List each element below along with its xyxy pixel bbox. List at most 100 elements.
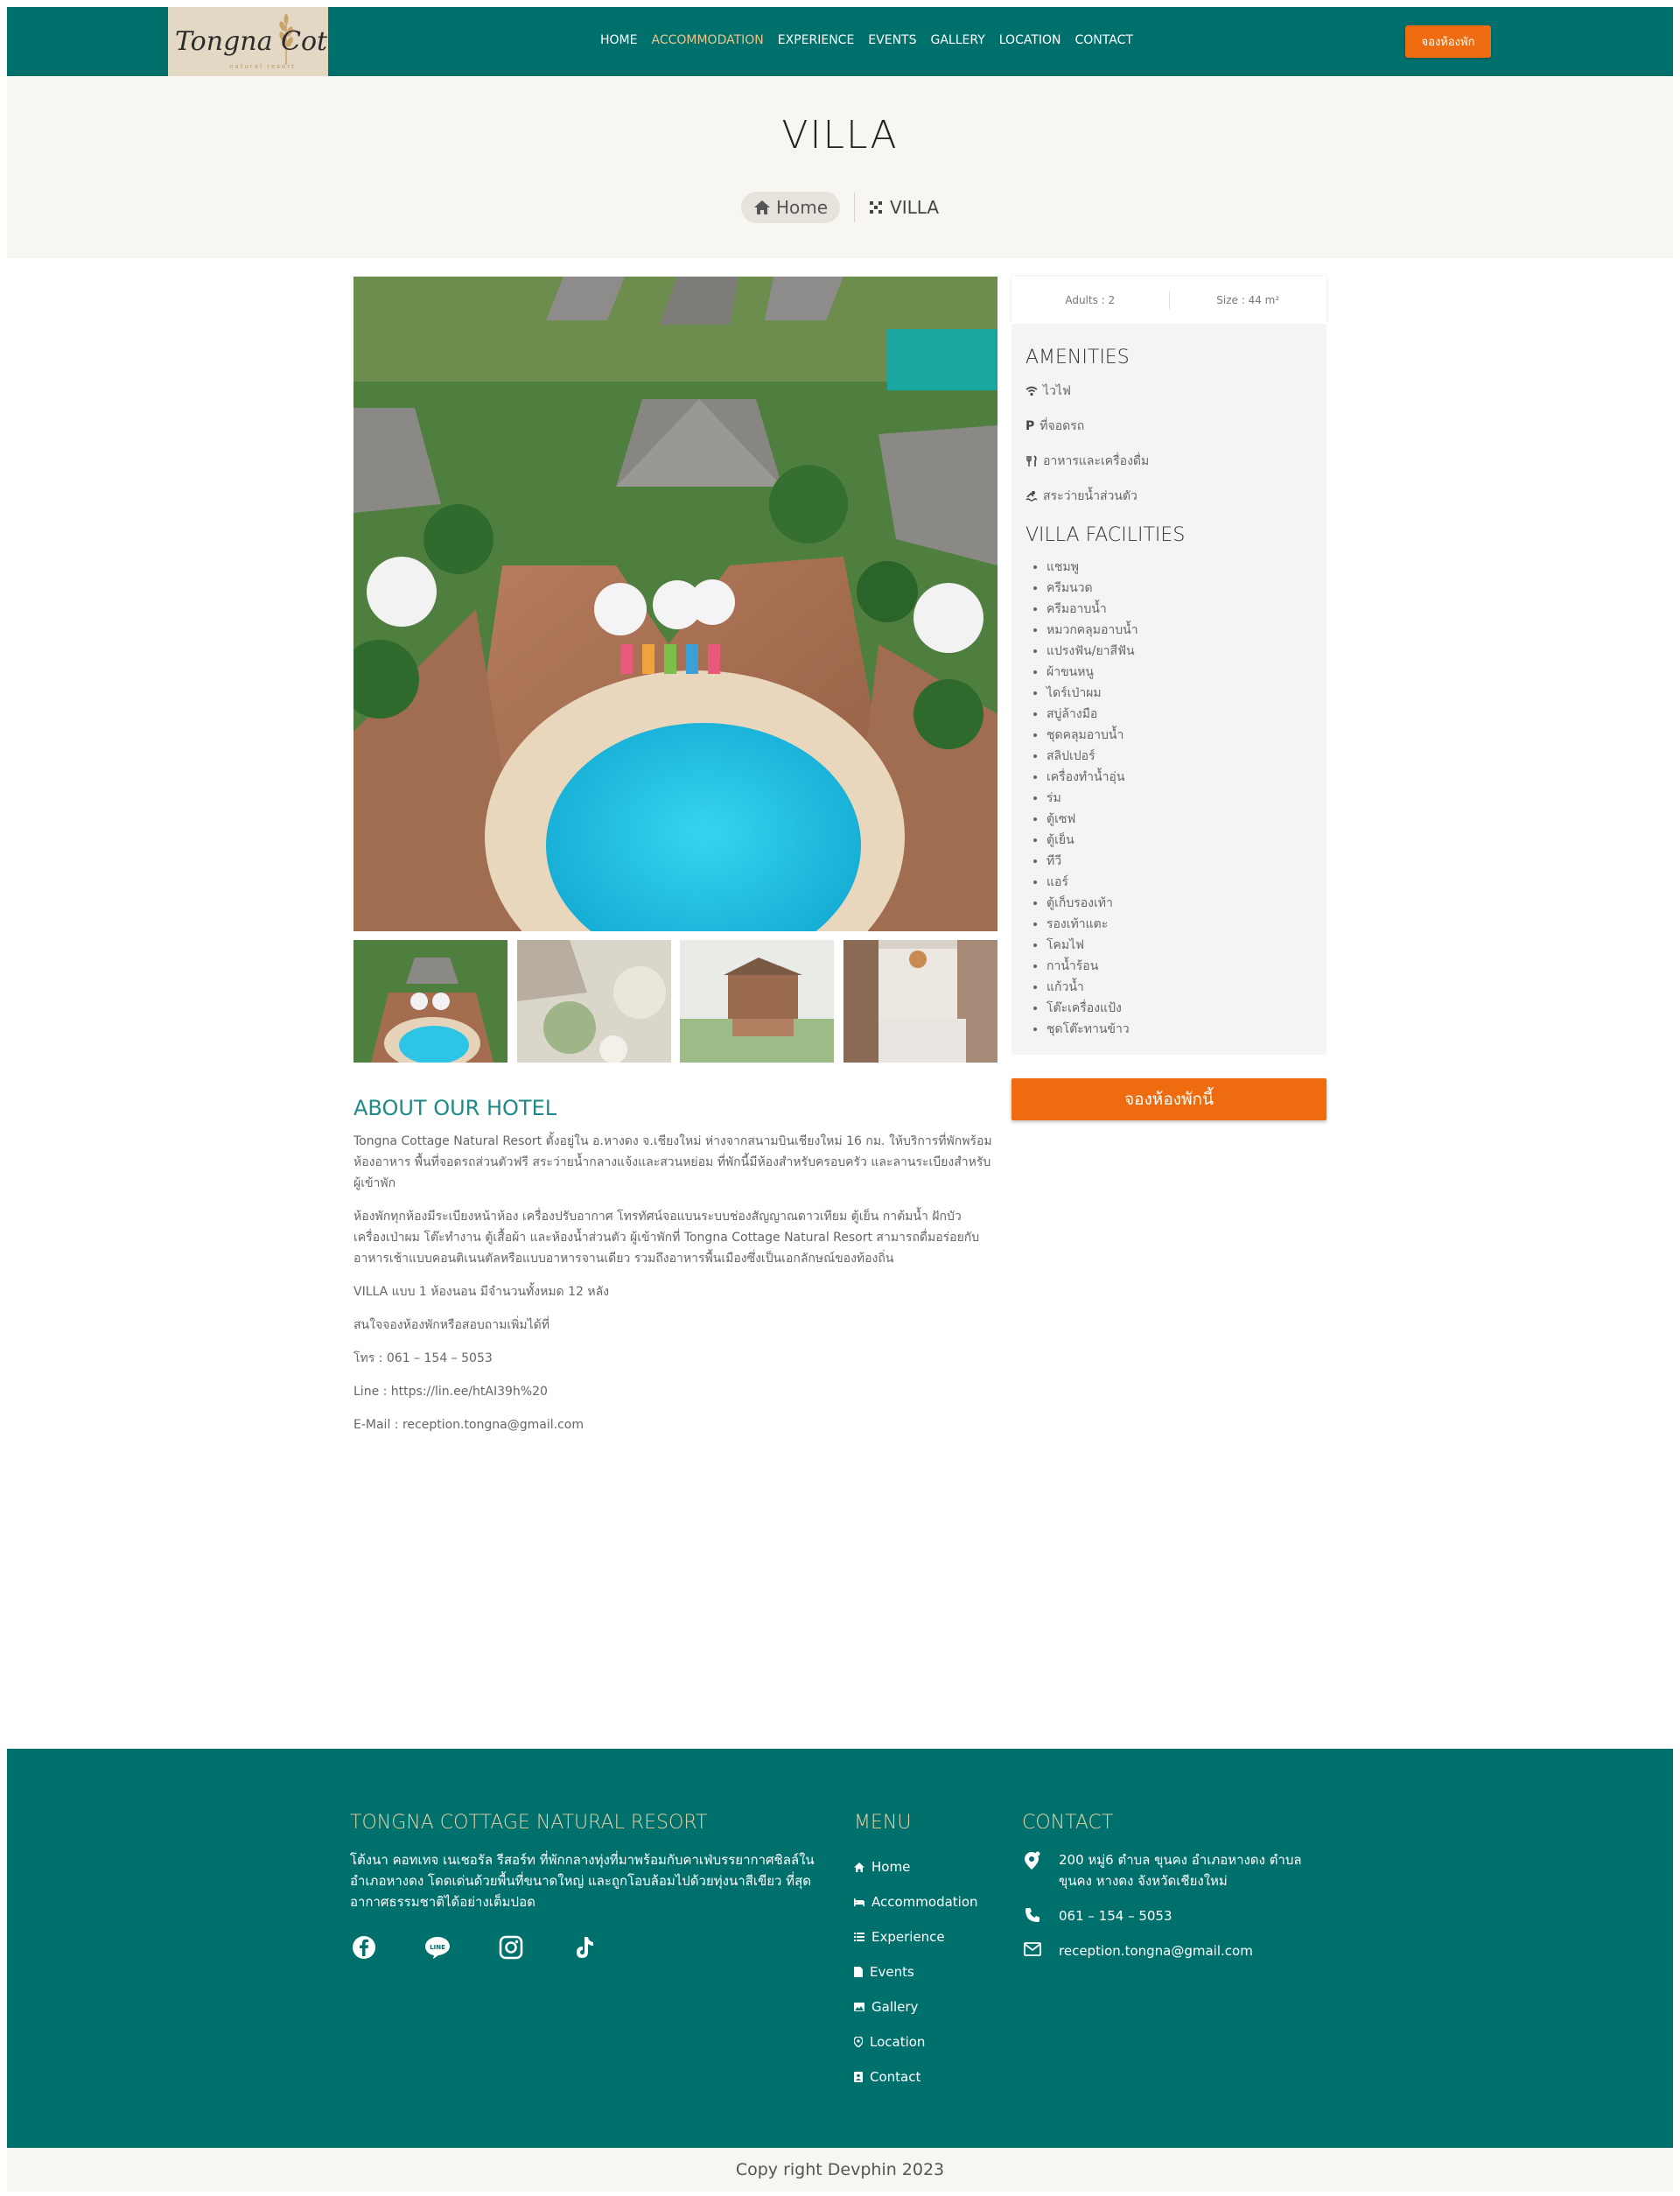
villa-aerial-image bbox=[354, 277, 998, 931]
room-info-bar: Adults : 2 Size : 44 m² bbox=[1012, 277, 1326, 324]
facebook-icon[interactable] bbox=[350, 1933, 378, 1961]
thumbnail-strip bbox=[354, 940, 998, 1063]
footer-menu-label: Events bbox=[870, 1964, 914, 1980]
location-pin-icon bbox=[1022, 1849, 1043, 1891]
contact-address-text: 200 หมู่6 ตำบล ขุนคง อำเภอหางดง ตำบล ขุน… bbox=[1059, 1852, 1302, 1889]
footer-menu-heading: MENU bbox=[854, 1812, 912, 1834]
page-title: VILLA bbox=[781, 113, 899, 158]
about-paragraph: Tongna Cottage Natural Resort ตั้งอยู่ใน… bbox=[354, 1134, 992, 1190]
footer-menu-location[interactable]: Location bbox=[854, 2024, 1020, 2059]
cutlery-icon bbox=[1026, 455, 1037, 467]
footer-brand-heading: TONGNA COTTAGE NATURAL RESORT bbox=[350, 1812, 708, 1834]
parking-icon: P bbox=[1026, 419, 1035, 433]
room-details-panel: AMENITIES ไวไฟ P ที่จอดรถ อาหารและเครื่อ… bbox=[1012, 324, 1326, 1055]
facility-item: ไดร์เป่าผม bbox=[1046, 683, 1326, 704]
breadcrumb-current: VILLA bbox=[869, 197, 939, 218]
nav-location[interactable]: LOCATION bbox=[999, 33, 1061, 47]
facility-item: แปรงฟัน/ยาสีฟัน bbox=[1046, 641, 1326, 662]
breadcrumb: Home VILLA bbox=[7, 192, 1673, 223]
about-paragraph: ห้องพักทุกห้องมีระเบียงหน้าห้อง เครื่องป… bbox=[354, 1210, 980, 1266]
grid-dots-icon bbox=[870, 201, 883, 214]
breadcrumb-current-label: VILLA bbox=[890, 197, 940, 218]
facility-item: โต๊ะเครื่องแป้ง bbox=[1046, 998, 1326, 1019]
contact-email-text: reception.tongna@gmail.com bbox=[1059, 1943, 1253, 1959]
about-heading: ABOUT OUR HOTEL bbox=[354, 1096, 557, 1120]
nav-experience[interactable]: EXPERIENCE bbox=[778, 33, 855, 47]
footer-menu-experience[interactable]: Experience bbox=[854, 1919, 1020, 1954]
contact-card-icon bbox=[854, 2072, 863, 2082]
nav-home[interactable]: HOME bbox=[600, 33, 637, 47]
nav-accommodation[interactable]: ACCOMMODATION bbox=[651, 33, 763, 47]
facility-item: โคมไฟ bbox=[1046, 935, 1326, 956]
facility-item: ตู้เซฟ bbox=[1046, 809, 1326, 830]
facility-item: ตู้เก็บรองเท้า bbox=[1046, 893, 1326, 914]
facility-item: ครีมนวด bbox=[1046, 578, 1326, 599]
facility-item: สลิปเปอร์ bbox=[1046, 746, 1326, 767]
footer-menu-label: Location bbox=[870, 2034, 926, 2050]
amenity-item: ไวไฟ bbox=[1026, 374, 1326, 409]
resort-logo[interactable]: Tongna Cottage natural resort bbox=[168, 7, 328, 76]
facility-item: ชุดคลุมอาบน้ำ bbox=[1046, 725, 1326, 746]
facility-item: รองเท้าแตะ bbox=[1046, 914, 1326, 935]
line-icon[interactable]: LINE bbox=[424, 1933, 452, 1961]
footer-brand: TONGNA COTTAGE NATURAL RESORT โต้งนา คอท… bbox=[350, 1812, 840, 1961]
thumbnail-3[interactable] bbox=[680, 940, 835, 1063]
nav-gallery[interactable]: GALLERY bbox=[930, 33, 984, 47]
thumbnail-4[interactable] bbox=[843, 940, 998, 1063]
breadcrumb-home[interactable]: Home bbox=[740, 192, 841, 223]
footer-brand-text: โต้งนา คอทเทจ เนเชอรัล รีสอร์ท ที่พักกลา… bbox=[350, 1852, 815, 1910]
facility-item: แอร์ bbox=[1046, 872, 1326, 893]
facility-item: กาน้ำร้อน bbox=[1046, 956, 1326, 977]
thumbnail-1[interactable] bbox=[354, 940, 508, 1063]
amenities-heading: AMENITIES bbox=[1026, 347, 1130, 368]
footer-menu-accommodation[interactable]: Accommodation bbox=[854, 1884, 1020, 1919]
image-icon bbox=[854, 2003, 864, 2011]
thumbnail-4-image bbox=[843, 940, 998, 1063]
about-paragraph: สนใจจองห้องพักหรือสอบถามเพิ่มได้ที่ bbox=[354, 1318, 550, 1332]
about-line[interactable]: Line : https://lin.ee/htAI39h%20 bbox=[354, 1381, 998, 1402]
footer-menu-contact[interactable]: Contact bbox=[854, 2059, 1020, 2094]
contact-phone[interactable]: 061 – 154 – 5053 bbox=[1022, 1905, 1320, 1926]
email-icon bbox=[1022, 1940, 1043, 1961]
facility-item: แชมพู bbox=[1046, 557, 1326, 578]
facility-item: หมวกคลุมอาบน้ำ bbox=[1046, 620, 1326, 641]
site-footer: TONGNA COTTAGE NATURAL RESORT โต้งนา คอท… bbox=[7, 1749, 1673, 2148]
facilities-heading: VILLA FACILITIES bbox=[1026, 524, 1186, 546]
amenity-label: ที่จอดรถ bbox=[1040, 419, 1085, 433]
main-nav: HOME ACCOMMODATION EXPERIENCE EVENTS GAL… bbox=[600, 33, 1147, 47]
about-email[interactable]: E-Mail : reception.tongna@gmail.com bbox=[354, 1414, 998, 1435]
book-this-room-button[interactable]: จองห้องพักนี้ bbox=[1012, 1078, 1326, 1120]
thumbnail-2-image bbox=[516, 940, 671, 1063]
facility-item: ตู้เย็น bbox=[1046, 830, 1326, 851]
copyright: Copy right Devphin 2023 bbox=[7, 2148, 1673, 2192]
nav-events[interactable]: EVENTS bbox=[868, 33, 916, 47]
main-villa-photo[interactable] bbox=[354, 277, 998, 931]
about-phone: โทร : 061 – 154 – 5053 bbox=[354, 1351, 493, 1365]
amenity-label: ไวไฟ bbox=[1043, 384, 1071, 398]
facility-item: ชุดโต๊ะทานข้าว bbox=[1046, 1019, 1326, 1040]
footer-menu-label: Home bbox=[872, 1859, 911, 1875]
amenity-item: P ที่จอดรถ bbox=[1026, 409, 1326, 444]
footer-menu-home[interactable]: Home bbox=[854, 1849, 1020, 1884]
social-links: LINE bbox=[350, 1933, 840, 1961]
list-icon bbox=[854, 1933, 864, 1941]
thumbnail-2[interactable] bbox=[516, 940, 672, 1063]
pin-icon bbox=[854, 2037, 863, 2047]
footer-menu-label: Accommodation bbox=[872, 1894, 978, 1910]
instagram-icon[interactable] bbox=[497, 1933, 525, 1961]
facility-item: ครีมอาบน้ำ bbox=[1046, 599, 1326, 620]
footer-menu-events[interactable]: Events bbox=[854, 1954, 1020, 1989]
facility-item: เครื่องทำน้ำอุ่น bbox=[1046, 767, 1326, 788]
nav-contact[interactable]: CONTACT bbox=[1075, 33, 1133, 47]
footer-menu-gallery[interactable]: Gallery bbox=[854, 1989, 1020, 2024]
footer-menu-label: Experience bbox=[872, 1929, 945, 1945]
facility-item: ร่ม bbox=[1046, 788, 1326, 809]
footer-contact: CONTACT 200 หมู่6 ตำบล ขุนคง อำเภอหางดง … bbox=[1022, 1812, 1320, 1975]
contact-email[interactable]: reception.tongna@gmail.com bbox=[1022, 1940, 1320, 1961]
tiktok-icon[interactable] bbox=[570, 1933, 598, 1961]
logo-tagline: natural resort bbox=[229, 63, 296, 70]
wifi-icon bbox=[1026, 386, 1038, 396]
book-room-button[interactable]: จองห้องพัก bbox=[1405, 25, 1491, 58]
document-icon bbox=[854, 1967, 863, 1977]
amenities-list: ไวไฟ P ที่จอดรถ อาหารและเครื่องดื่ม สระว… bbox=[1026, 374, 1326, 514]
